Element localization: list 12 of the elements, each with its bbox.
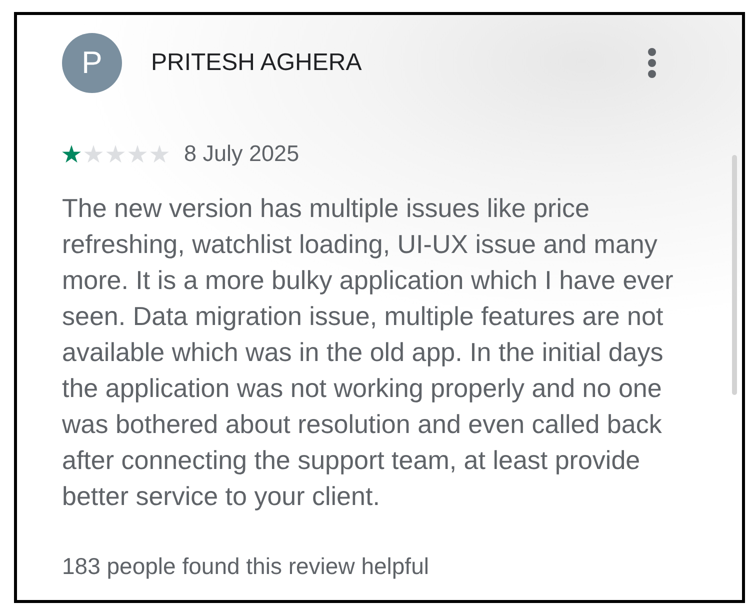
review-date: 8 July 2025 <box>184 141 300 167</box>
more-options-icon[interactable] <box>647 48 657 78</box>
helpful-count: 183 people found this review helpful <box>62 552 429 580</box>
reviewer-name: PRITESH AGHERA <box>151 49 362 77</box>
scrollbar-thumb[interactable] <box>732 155 737 395</box>
review-text: The new version has multiple issues like price refreshing, watchlist loading, UI-UX issue and many more. It is a more bulky application which I have ever seen. Data migration issue, multiple features are not available which was in the old app. In the initial days the application was not working properly and no one was bothered about resolution and even called back after connecting the support team, at least provide better service to your client. <box>62 192 674 513</box>
star-icon <box>106 145 125 163</box>
star-icon <box>128 145 147 163</box>
star-icon <box>150 145 169 163</box>
star-icon <box>84 145 103 163</box>
star-icon <box>62 145 81 163</box>
avatar: P <box>62 33 122 93</box>
